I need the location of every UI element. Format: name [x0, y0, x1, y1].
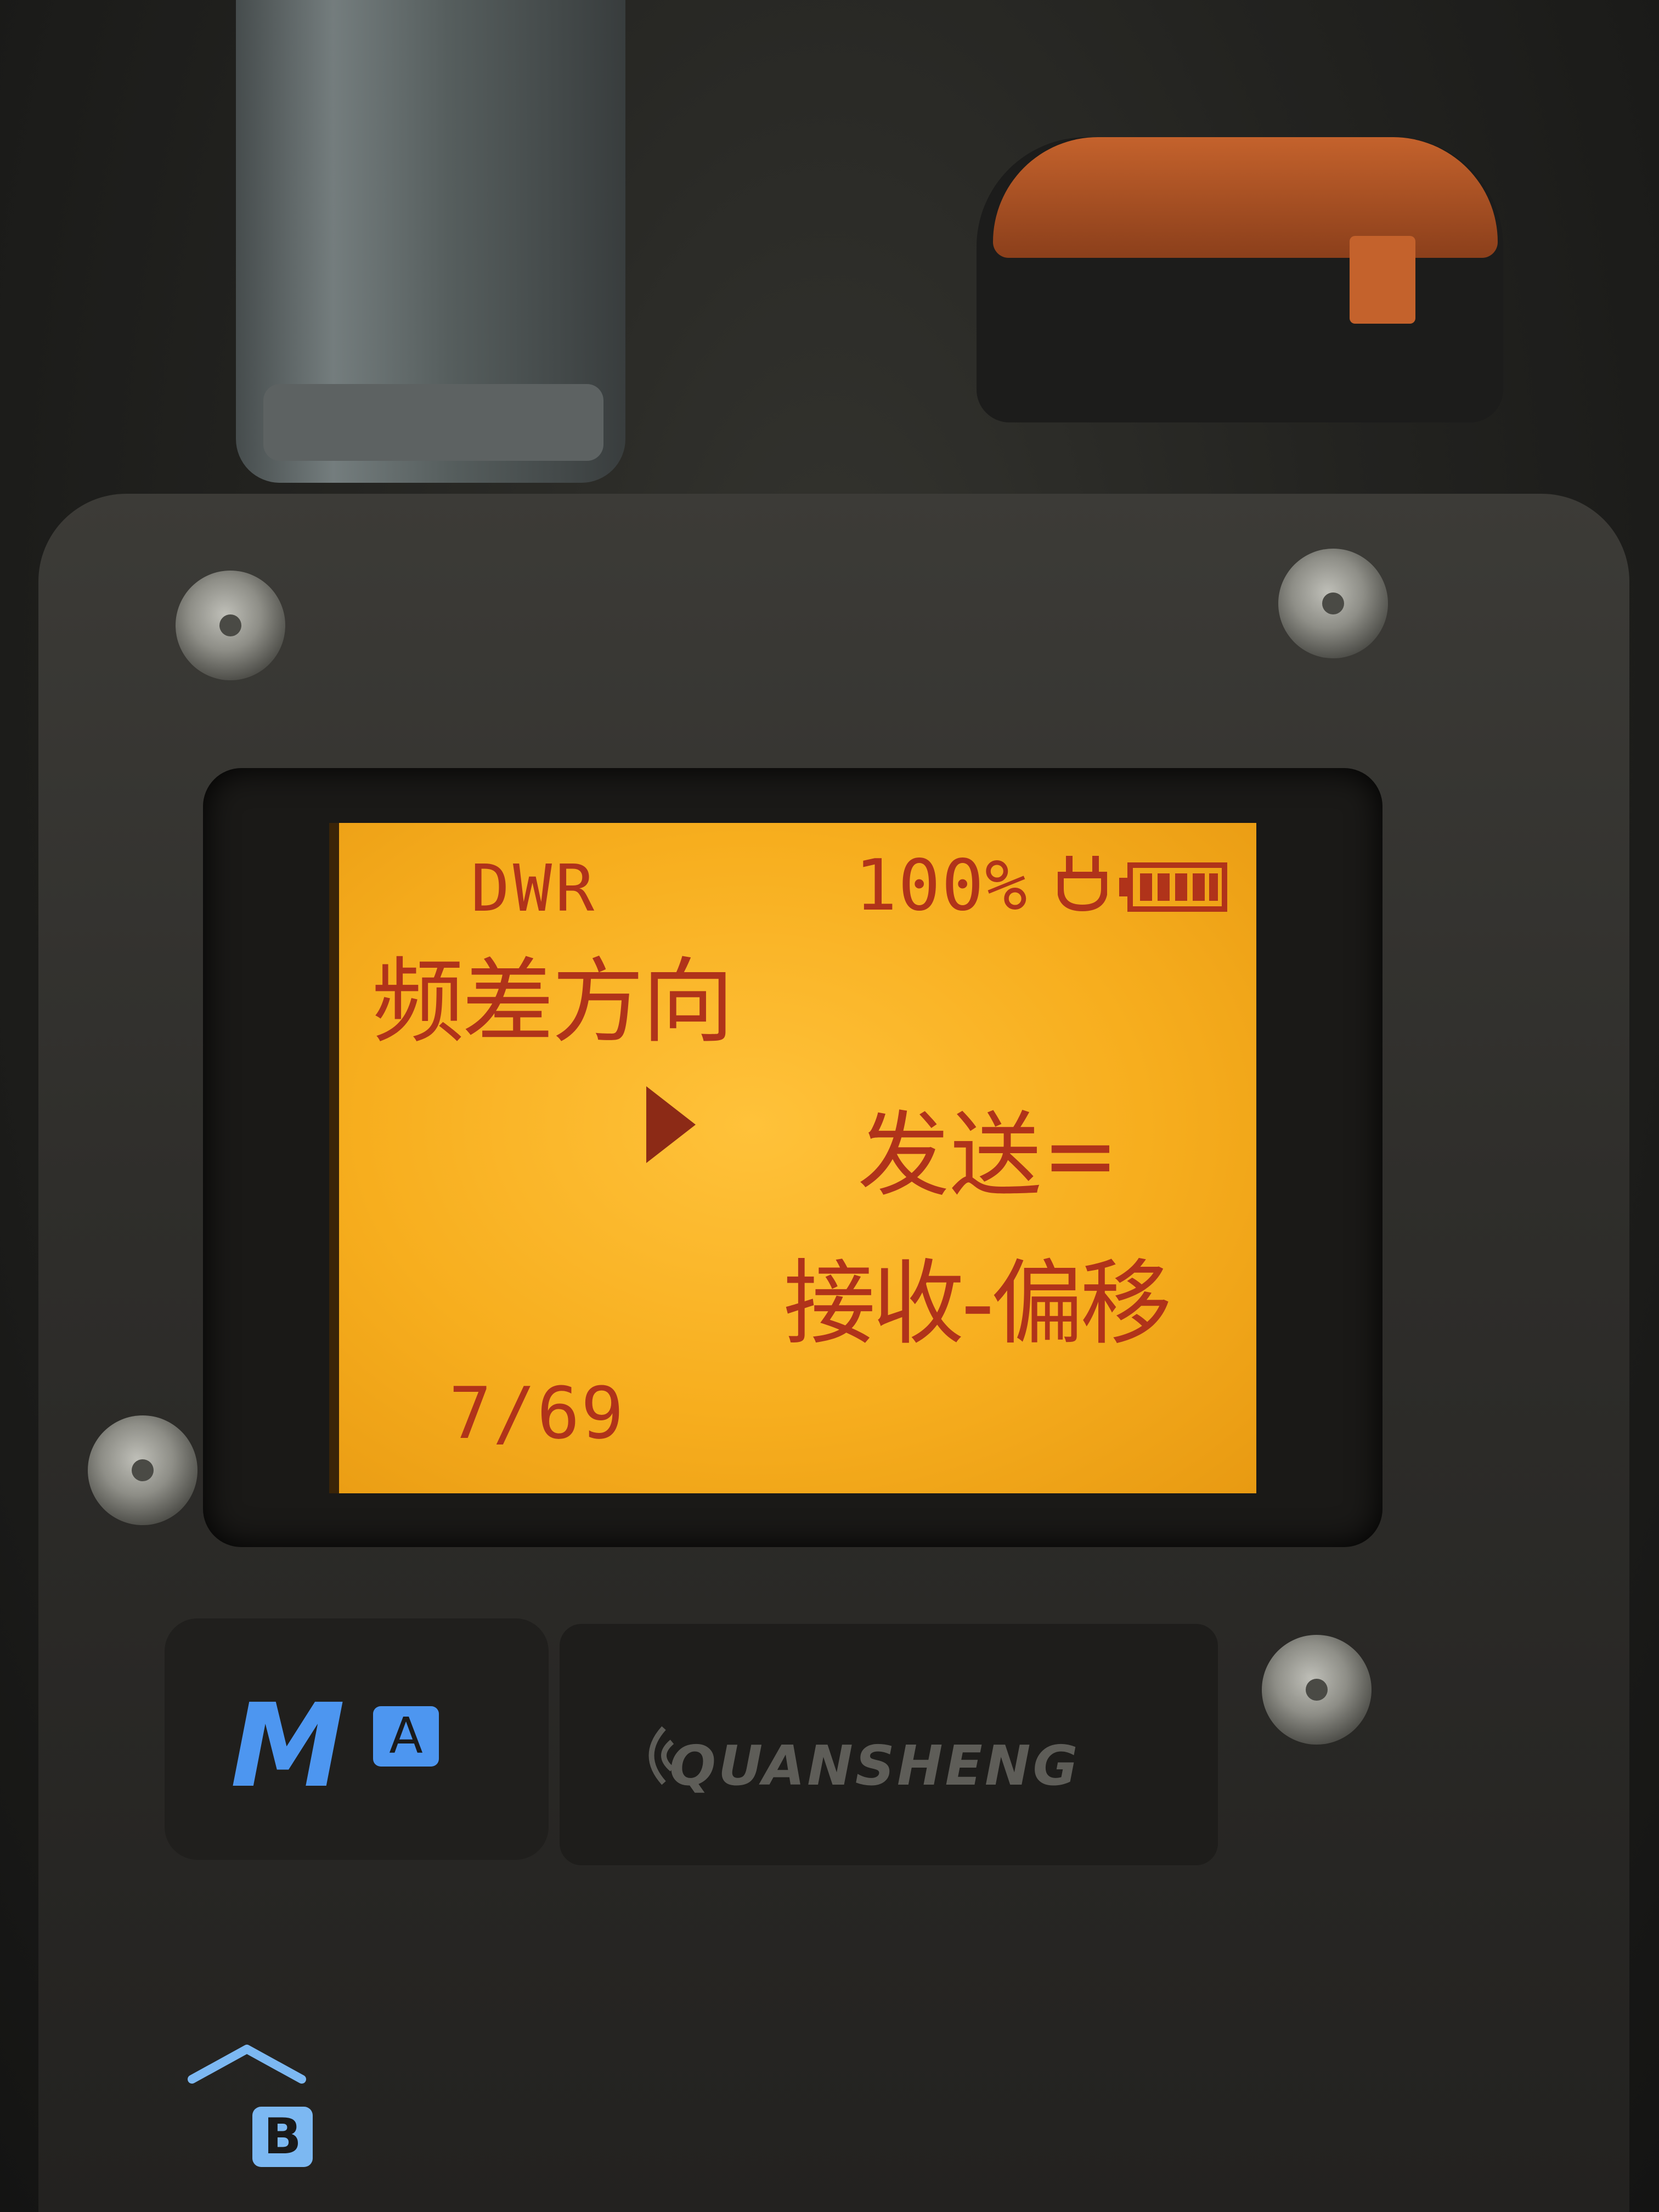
- battery-percentage: 100%: [855, 845, 1029, 927]
- screw-icon: [176, 571, 285, 680]
- menu-title: 频差方向: [372, 948, 734, 1056]
- volume-knob[interactable]: [993, 137, 1498, 258]
- battery-icon: [1119, 862, 1227, 912]
- a-key-label: A: [373, 1706, 439, 1767]
- radio-photo-scene: DWR 100% 频差方向 发送= 接收-偏移 7/69 M A QUANSHE…: [0, 0, 1659, 2212]
- menu-page-indicator: 7/69: [449, 1372, 625, 1455]
- selection-cursor-icon: [646, 1086, 696, 1163]
- m-key-label: M: [230, 1679, 345, 1813]
- brand-logo-icon: [648, 1726, 674, 1785]
- menu-option-selected: 发送=: [857, 1102, 1119, 1209]
- b-key-label: B: [252, 2107, 313, 2167]
- screw-icon: [88, 1415, 198, 1525]
- screw-icon: [1278, 549, 1388, 658]
- charging-plug-icon: [1058, 856, 1107, 912]
- chevron-up-icon[interactable]: [187, 2041, 307, 2090]
- volume-knob-marker: [1350, 236, 1415, 324]
- screw-icon: [1262, 1635, 1372, 1745]
- antenna-base: [263, 384, 603, 461]
- m-key[interactable]: [165, 1618, 549, 1860]
- menu-option: 接收-偏移: [783, 1250, 1172, 1357]
- lcd-screen: DWR 100% 频差方向 发送= 接收-偏移 7/69: [329, 823, 1256, 1493]
- brand-name: QUANSHENG: [669, 1734, 1080, 1798]
- mode-indicator: DWR: [471, 850, 598, 926]
